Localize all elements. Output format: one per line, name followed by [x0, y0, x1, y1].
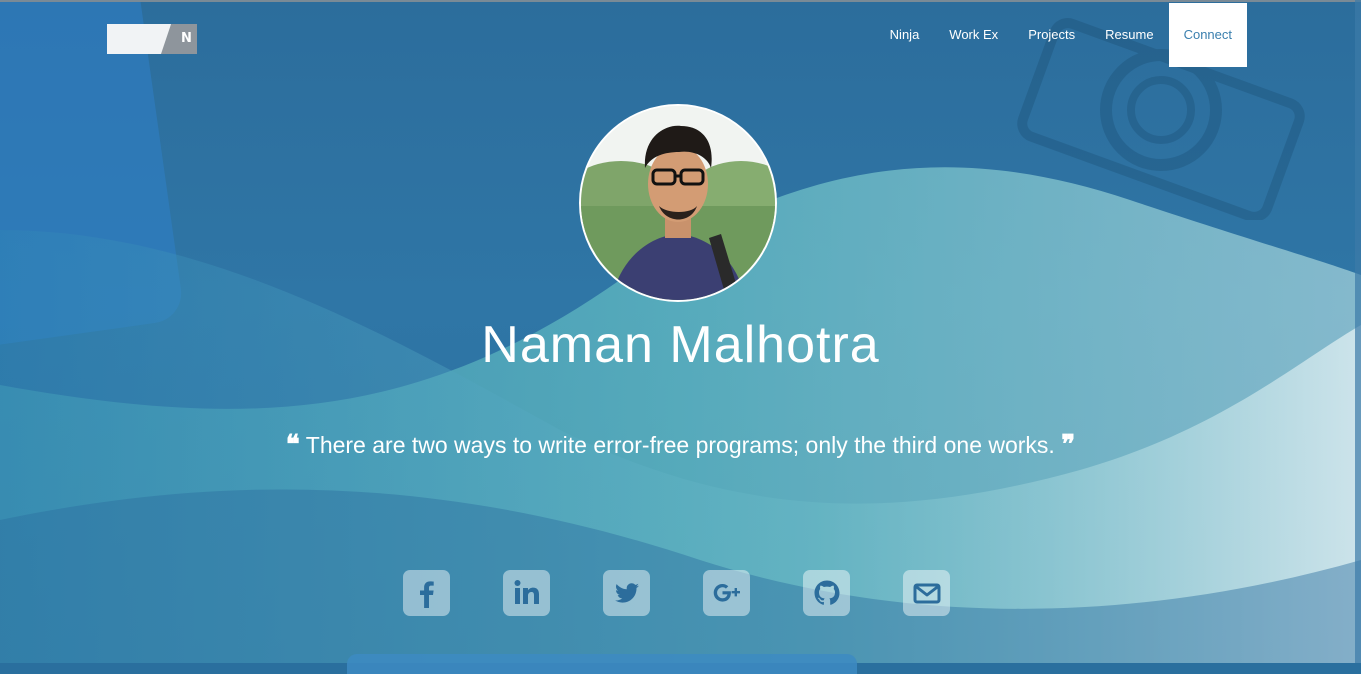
profile-avatar	[579, 104, 777, 302]
top-border	[0, 0, 1361, 2]
profile-name: Naman Malhotra	[481, 316, 880, 374]
main-nav: Ninja Work Ex Projects Resume Connect	[875, 3, 1247, 67]
logo-letter: N	[181, 31, 192, 46]
social-links	[403, 570, 950, 616]
google-plus-link[interactable]	[703, 570, 750, 616]
quote-close-icon: ❞	[1061, 430, 1076, 460]
nav-item-resume[interactable]: Resume	[1090, 3, 1168, 67]
linkedin-icon	[514, 580, 539, 604]
quote-text: There are two ways to write error-free p…	[305, 432, 1055, 458]
nav-item-connect[interactable]: Connect	[1168, 3, 1247, 67]
twitter-icon	[614, 583, 639, 603]
github-link[interactable]	[803, 570, 850, 616]
facebook-icon	[419, 581, 434, 608]
logo-white-block	[107, 24, 171, 54]
email-icon	[913, 583, 940, 604]
nav-item-ninja[interactable]: Ninja	[875, 3, 935, 67]
avatar-portrait	[581, 106, 775, 300]
facebook-link[interactable]	[403, 570, 450, 616]
google-plus-icon	[713, 584, 740, 602]
github-icon	[814, 580, 839, 605]
nav-item-work-ex[interactable]: Work Ex	[934, 3, 1013, 67]
quote-open-icon: ❝	[285, 430, 300, 460]
email-link[interactable]	[903, 570, 950, 616]
linkedin-link[interactable]	[503, 570, 550, 616]
nav-item-projects[interactable]: Projects	[1013, 3, 1090, 67]
site-logo[interactable]: N	[107, 24, 197, 54]
profile-quote: ❝ There are two ways to write error-free…	[0, 430, 1361, 460]
bottom-section-edge	[347, 654, 857, 674]
twitter-link[interactable]	[603, 570, 650, 616]
